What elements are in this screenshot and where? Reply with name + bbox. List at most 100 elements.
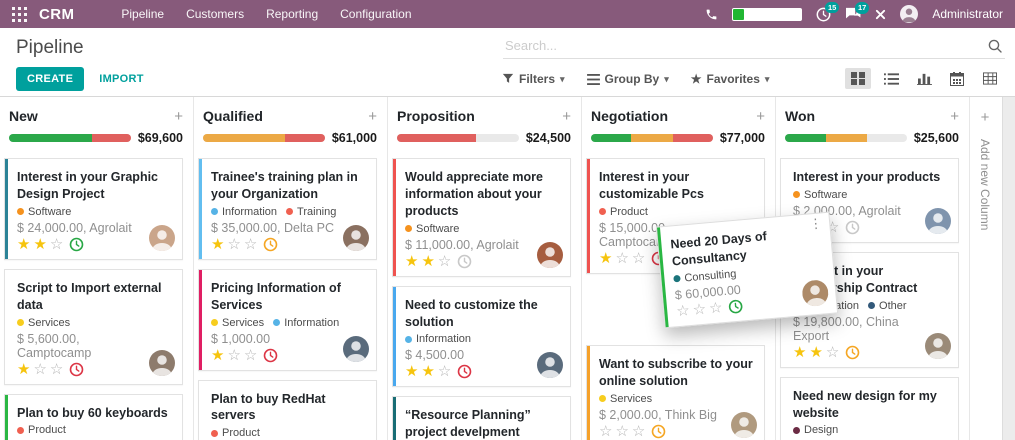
column-add-icon[interactable]: + [756,109,765,124]
priority-star-icon[interactable]: ☆ [676,303,691,319]
view-graph-button[interactable] [911,68,937,89]
activity-clock-icon[interactable] [69,237,84,252]
close-tools-icon[interactable] [875,9,886,20]
kanban-card[interactable]: “Resource Planning” project develpmentCo… [392,396,571,440]
search-input[interactable] [503,36,1005,59]
nav-item-configuration[interactable]: Configuration [329,0,422,28]
tag-dot-icon [211,319,218,326]
column-progressbar[interactable] [785,134,907,142]
activity-clock-icon[interactable] [69,362,84,377]
activity-clock-icon[interactable] [263,348,278,363]
card-tag: Information [211,206,277,218]
activity-clock-icon[interactable] [263,237,278,252]
priority-star-icon[interactable]: ★ [33,237,46,252]
priority-star-icon[interactable]: ☆ [632,424,645,439]
kanban-card[interactable]: Need new design for my websiteDesign$ 3,… [780,377,959,440]
priority-star-icon[interactable]: ★ [17,237,30,252]
column-progressbar[interactable] [203,134,325,142]
tag-dot-icon [17,427,24,434]
view-calendar-button[interactable] [944,68,970,89]
activity-clock-icon[interactable] [845,345,860,360]
column-progressbar[interactable] [591,134,713,142]
tag-dot-icon [273,319,280,326]
kanban-card[interactable]: Plan to buy 60 keyboardsProduct$ 40,000.… [4,394,183,440]
add-column-label[interactable]: Add new Column [978,139,992,230]
search-icon[interactable] [987,38,1003,59]
priority-star-icon[interactable]: ☆ [227,348,240,363]
column-add-icon[interactable]: + [562,109,571,124]
column-progressbar[interactable] [9,134,131,142]
priority-star-icon[interactable]: ★ [17,362,30,377]
activity-clock-icon[interactable] [651,424,666,439]
kanban-card[interactable]: Need to customize the solutionInformatio… [392,286,571,388]
priority-star-icon[interactable]: ★ [211,348,224,363]
activity-clock-icon[interactable] [845,220,860,235]
user-avatar[interactable] [900,5,918,23]
priority-star-icon[interactable]: ☆ [438,254,451,269]
add-column-plus-icon[interactable]: + [970,110,1000,125]
column-progressbar[interactable] [397,134,519,142]
activities-badge: 15 [825,2,839,14]
kanban-card[interactable]: Trainee's training plan in your Organiza… [198,158,377,260]
priority-star-icon[interactable]: ☆ [599,424,612,439]
priority-star-icon[interactable]: ☆ [244,237,257,252]
phone-icon[interactable] [705,8,718,21]
create-button[interactable]: CREATE [16,67,84,91]
add-column-rail[interactable]: + Add new Column [970,97,1000,440]
import-button[interactable]: IMPORT [99,73,144,85]
messages-icon[interactable]: 17 [845,7,861,21]
priority-star-icon[interactable]: ☆ [438,364,451,379]
kanban-card[interactable]: Plan to buy RedHat serversProduct$ 25,00… [198,380,377,440]
priority-star-icon[interactable]: ☆ [50,237,63,252]
card-menu-kebab-icon[interactable]: ⋮ [809,216,823,231]
user-name[interactable]: Administrator [932,7,1003,21]
priority-star-icon[interactable]: ★ [793,345,806,360]
filters-button[interactable]: Filters ▾ [502,72,565,86]
priority-star-icon[interactable]: ☆ [33,362,46,377]
priority-star-icon[interactable]: ☆ [227,237,240,252]
priority-star-icon[interactable]: ☆ [50,362,63,377]
kanban-card[interactable]: Interest in your Graphic Design ProjectS… [4,158,183,260]
priority-star-icon[interactable]: ★ [405,364,418,379]
column-add-icon[interactable]: + [368,109,377,124]
group-by-button[interactable]: Group By ▾ [587,72,669,86]
kanban-card[interactable]: Want to subscribe to your online solutio… [586,345,765,440]
app-brand[interactable]: CRM [39,6,74,23]
kanban-card[interactable]: Would appreciate more information about … [392,158,571,277]
priority-star-icon[interactable]: ☆ [826,345,839,360]
activity-clock-icon[interactable] [457,254,472,269]
column-add-icon[interactable]: + [950,109,959,124]
priority-star-icon[interactable]: ★ [809,345,822,360]
kanban-card[interactable]: Script to Import external dataServices$ … [4,269,183,385]
card-color-stripe [5,395,8,440]
priority-star-icon[interactable]: ☆ [244,348,257,363]
priority-star-icon[interactable]: ☆ [692,301,707,317]
view-kanban-button[interactable] [845,68,871,89]
apps-menu-icon[interactable] [12,7,27,22]
priority-star-icon[interactable]: ☆ [632,251,645,266]
view-list-button[interactable] [878,68,904,89]
priority-star-icon[interactable]: ★ [421,254,434,269]
activity-clock-icon[interactable] [728,298,744,314]
priority-star-icon[interactable]: ☆ [615,251,628,266]
priority-star-icon[interactable]: ★ [211,237,224,252]
nav-item-pipeline[interactable]: Pipeline [110,0,175,28]
tag-dot-icon [286,208,293,215]
priority-star-icon[interactable]: ★ [599,251,612,266]
column-total: $69,600 [138,131,183,145]
priority-star-icon[interactable]: ☆ [708,300,723,316]
nav-item-reporting[interactable]: Reporting [255,0,329,28]
view-pivot-button[interactable] [977,68,1003,89]
favorites-button[interactable]: ★ Favorites ▾ [691,72,770,86]
priority-star-icon[interactable]: ☆ [615,424,628,439]
activity-clock-icon[interactable] [457,364,472,379]
priority-star-icon[interactable]: ★ [421,364,434,379]
timer-widget[interactable] [732,8,802,21]
activities-icon[interactable]: 15 [816,7,831,22]
column-add-icon[interactable]: + [174,109,183,124]
dragged-card[interactable]: Need 20 Days of ConsultancyConsulting$ 6… [656,212,838,329]
priority-star-icon[interactable]: ★ [405,254,418,269]
kanban-card[interactable]: Pricing Information of ServicesServicesI… [198,269,377,371]
nav-item-customers[interactable]: Customers [175,0,255,28]
column-title: Won [785,108,815,124]
